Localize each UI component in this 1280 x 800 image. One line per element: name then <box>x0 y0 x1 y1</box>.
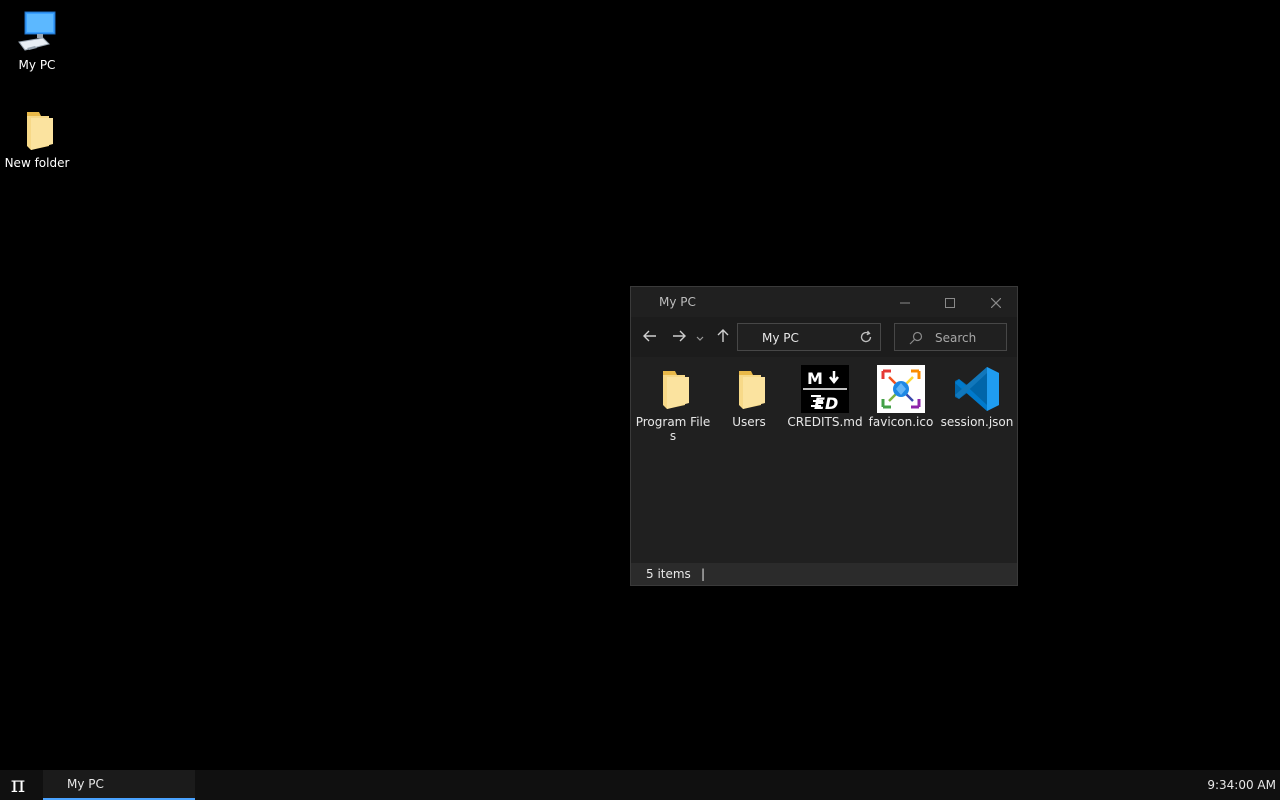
chevron-down-icon <box>696 328 704 347</box>
file-item[interactable]: favicon.ico <box>863 365 939 429</box>
svg-text:D: D <box>825 394 838 413</box>
file-name: favicon.ico <box>868 415 934 429</box>
folder-icon <box>725 365 773 413</box>
taskbar-item-my-pc[interactable]: My PC <box>43 770 195 800</box>
back-button[interactable] <box>638 325 662 349</box>
address-text: My PC <box>762 331 799 345</box>
start-button[interactable]: π <box>0 770 36 800</box>
minimize-icon <box>900 293 910 312</box>
status-bar: 5 items | <box>631 563 1017 585</box>
up-button[interactable] <box>711 325 735 349</box>
maximize-button[interactable] <box>927 287 973 317</box>
file-item[interactable]: Users <box>711 365 787 429</box>
clock[interactable]: 9:34:00 AM <box>1207 778 1276 792</box>
forward-button[interactable] <box>667 325 691 349</box>
close-icon <box>990 293 1002 312</box>
image-file-icon <box>877 365 925 413</box>
recent-locations-button[interactable] <box>693 325 707 349</box>
maximize-icon <box>945 293 955 312</box>
file-name: Users <box>732 415 766 429</box>
arrow-up-icon <box>716 328 730 347</box>
search-placeholder: Search <box>935 331 977 345</box>
desktop-icon-label: My PC <box>18 58 56 72</box>
file-list: Program Files Users M D E CREDITS.md fav… <box>631 357 1017 563</box>
minimize-button[interactable] <box>882 287 928 317</box>
svg-text:M: M <box>807 369 823 388</box>
taskbar-item-label: My PC <box>67 777 104 791</box>
file-name: Program Files <box>635 415 711 443</box>
address-bar[interactable]: My PC <box>737 323 881 351</box>
file-item[interactable]: session.json <box>939 365 1015 429</box>
file-name: CREDITS.md <box>787 415 863 429</box>
refresh-icon[interactable] <box>858 329 874 345</box>
folder-icon <box>649 365 697 413</box>
item-count: 5 items <box>646 567 691 581</box>
status-separator: | <box>701 567 706 581</box>
window-title: My PC <box>659 295 696 309</box>
search-icon <box>909 330 923 345</box>
computer-icon <box>13 8 61 56</box>
desktop-icon-label: New folder <box>4 156 70 170</box>
arrow-right-icon <box>672 328 686 347</box>
search-box[interactable]: Search <box>894 323 1007 351</box>
navigation-toolbar: My PC Search <box>631 317 1017 357</box>
close-button[interactable] <box>973 287 1019 317</box>
desktop-icon-my-pc[interactable]: My PC <box>0 8 74 72</box>
file-item[interactable]: M D E CREDITS.md <box>787 365 863 429</box>
vscode-file-icon <box>953 365 1001 413</box>
titlebar[interactable]: My PC <box>631 287 1017 317</box>
file-item[interactable]: Program Files <box>635 365 711 443</box>
arrow-left-icon <box>643 328 657 347</box>
pi-icon: π <box>10 772 26 798</box>
svg-text:E: E <box>814 394 825 413</box>
folder-icon <box>13 106 61 154</box>
file-name: session.json <box>940 415 1014 429</box>
markdown-file-icon: M D E <box>801 365 849 413</box>
file-explorer-window[interactable]: My PC My PC Search Program Files Users M… <box>630 286 1018 586</box>
desktop-icon-new-folder[interactable]: New folder <box>0 106 74 170</box>
taskbar: π My PC 9:34:00 AM <box>0 770 1280 800</box>
